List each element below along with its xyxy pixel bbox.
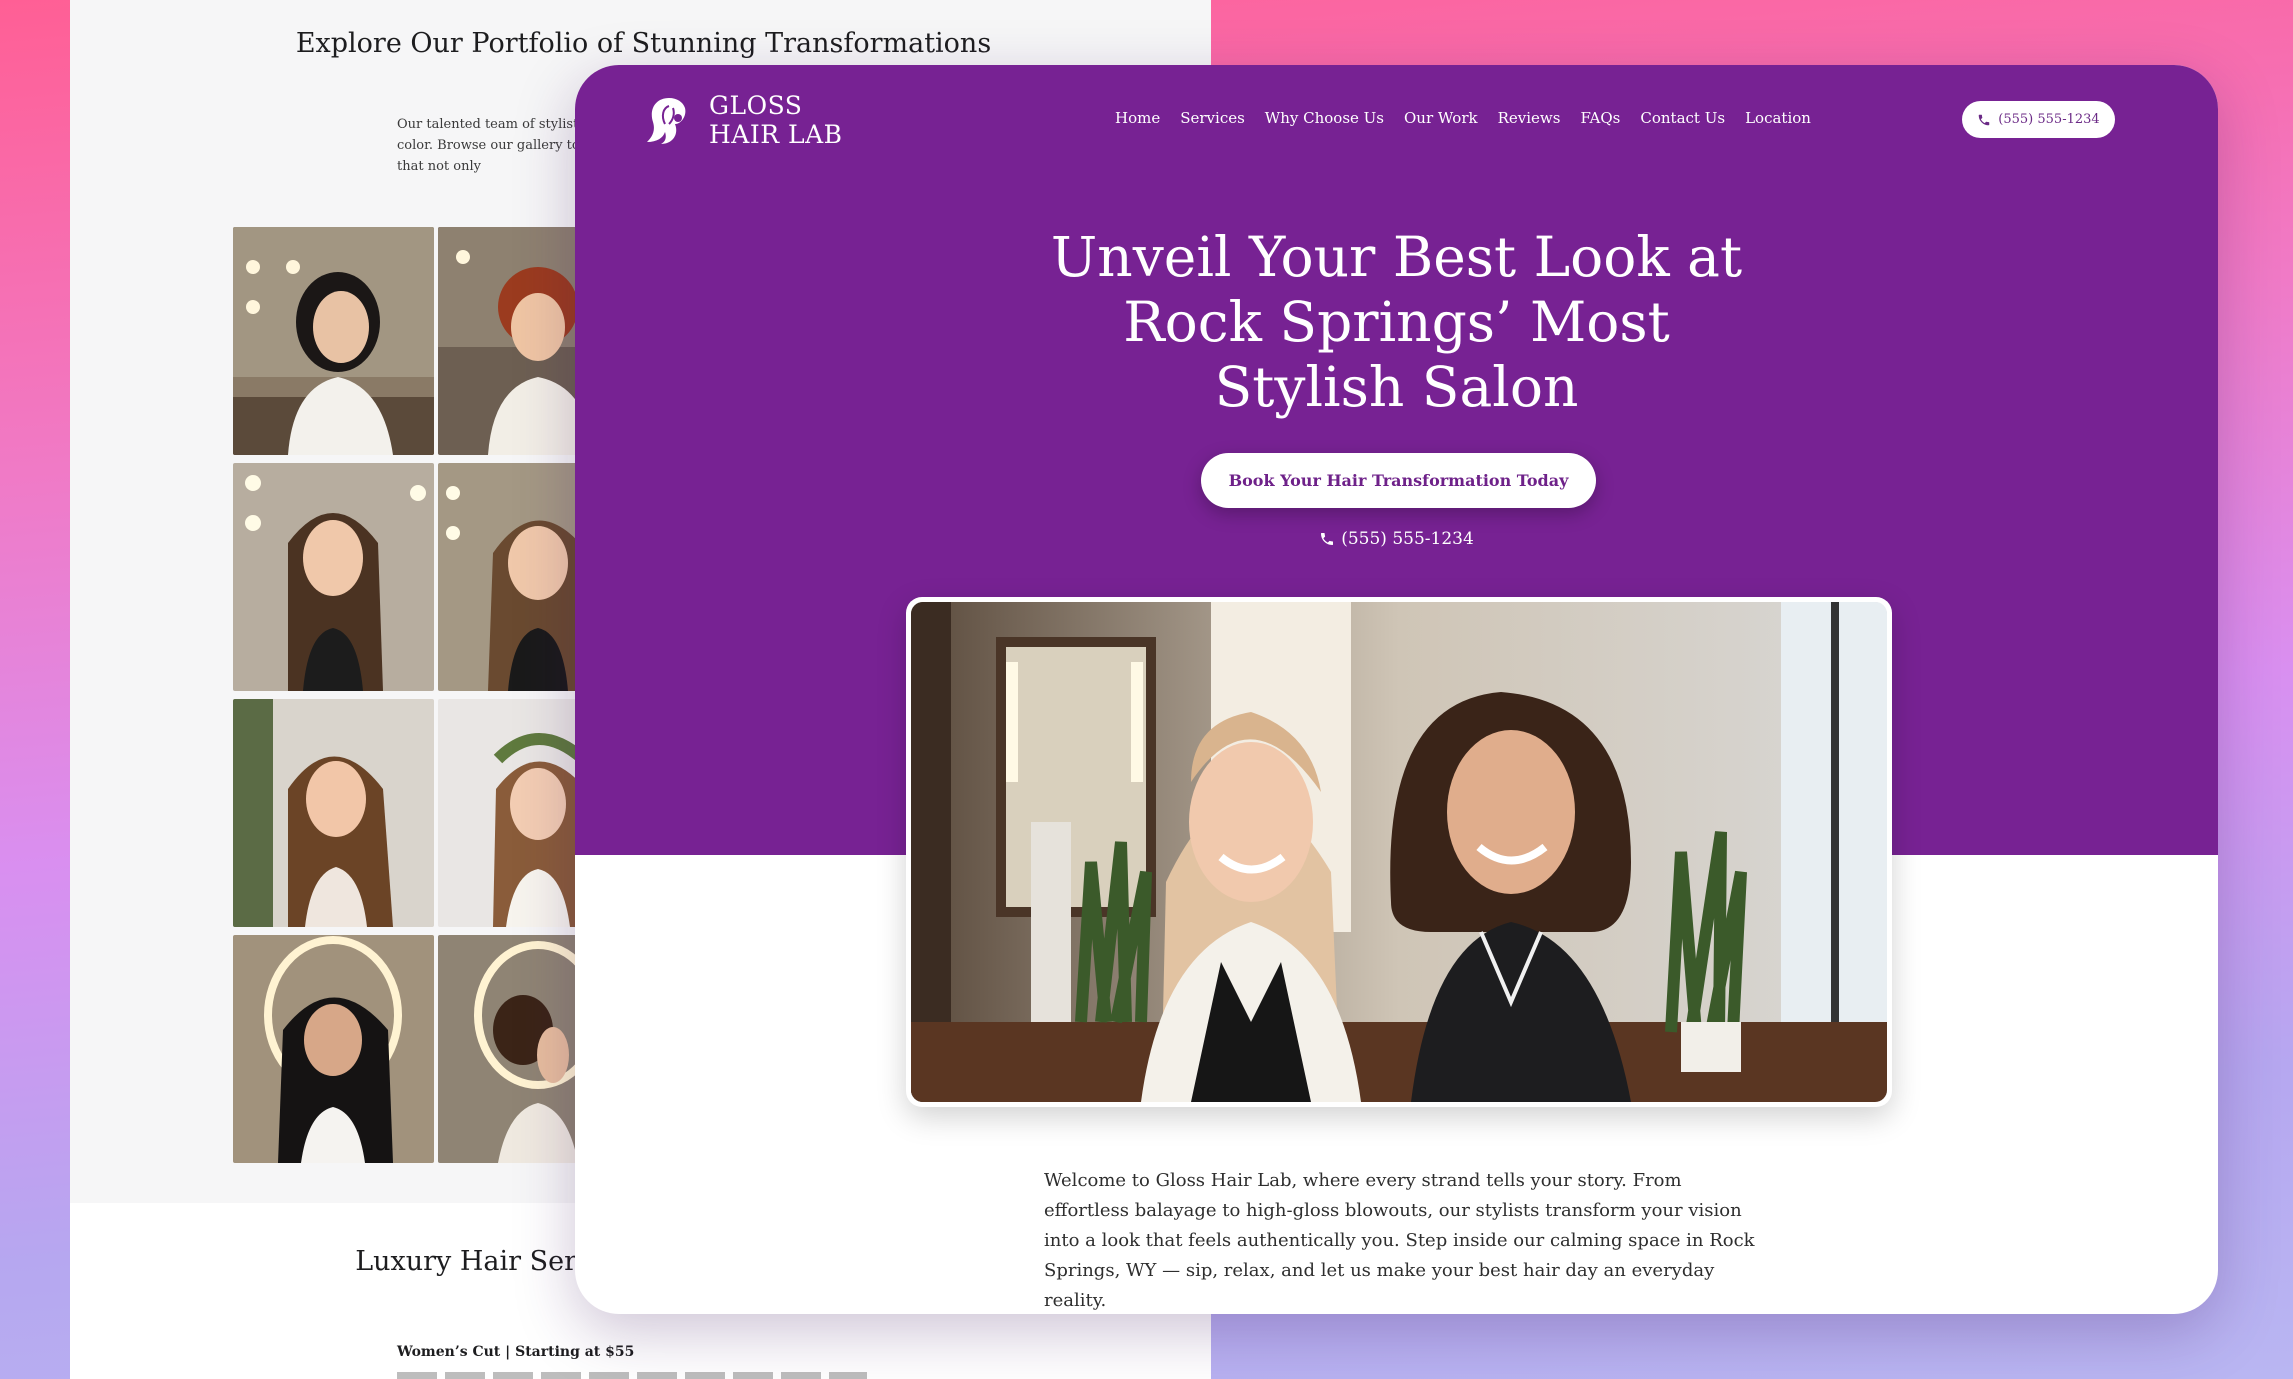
main-nav: Home Services Why Choose Us Our Work Rev… (1115, 109, 1811, 127)
logo-line-2: HAIR LAB (709, 120, 843, 149)
hero-photo (906, 597, 1892, 1107)
gallery-photo-3[interactable] (233, 463, 434, 691)
header-phone-button[interactable]: (555) 555-1234 (1962, 101, 2115, 138)
nav-reviews[interactable]: Reviews (1498, 109, 1561, 127)
gallery-photo-1[interactable] (233, 227, 434, 455)
nav-our-work[interactable]: Our Work (1404, 109, 1478, 127)
gallery-photo-7[interactable] (233, 935, 434, 1163)
gallery-photo-5[interactable] (233, 699, 434, 927)
hair-silhouette-icon (647, 98, 686, 144)
hero-title-line-3: Stylish Salon (1214, 355, 1579, 419)
hero-phone-link[interactable]: (555) 555-1234 (575, 529, 2218, 549)
nav-contact-us[interactable]: Contact Us (1640, 109, 1725, 127)
portfolio-title: Explore Our Portfolio of Stunning Transf… (295, 28, 992, 59)
service-price-line: Women’s Cut | Starting at $55 (397, 1344, 635, 1360)
phone-icon (1979, 114, 1990, 125)
stylists-photo (911, 602, 1887, 1102)
nav-location[interactable]: Location (1745, 109, 1811, 127)
phone-icon (1321, 533, 1334, 545)
book-transformation-button[interactable]: Book Your Hair Transformation Today (1201, 453, 1596, 508)
nav-home[interactable]: Home (1115, 109, 1160, 127)
welcome-paragraph: Welcome to Gloss Hair Lab, where every s… (1044, 1170, 1755, 1311)
front-page-preview: GLOSS HAIR LAB Home Services Why Choose … (575, 65, 2218, 1314)
header-phone-number: (555) 555-1234 (1998, 112, 2100, 127)
hero-title-line-2: Rock Springs’ Most (1123, 290, 1670, 354)
logo-line-1: GLOSS (709, 91, 803, 120)
nav-services[interactable]: Services (1180, 109, 1245, 127)
hero-phone-number: (555) 555-1234 (1341, 529, 1474, 549)
logo-text: GLOSS HAIR LAB (709, 91, 843, 149)
hero-title: Unveil Your Best Look at Rock Springs’ M… (575, 225, 2218, 420)
service-description-fade (397, 1372, 867, 1379)
site-logo[interactable]: GLOSS HAIR LAB (645, 91, 843, 149)
nav-faqs[interactable]: FAQs (1580, 109, 1620, 127)
nav-why-choose-us[interactable]: Why Choose Us (1265, 109, 1384, 127)
hero-title-line-1: Unveil Your Best Look at (1050, 225, 1743, 289)
